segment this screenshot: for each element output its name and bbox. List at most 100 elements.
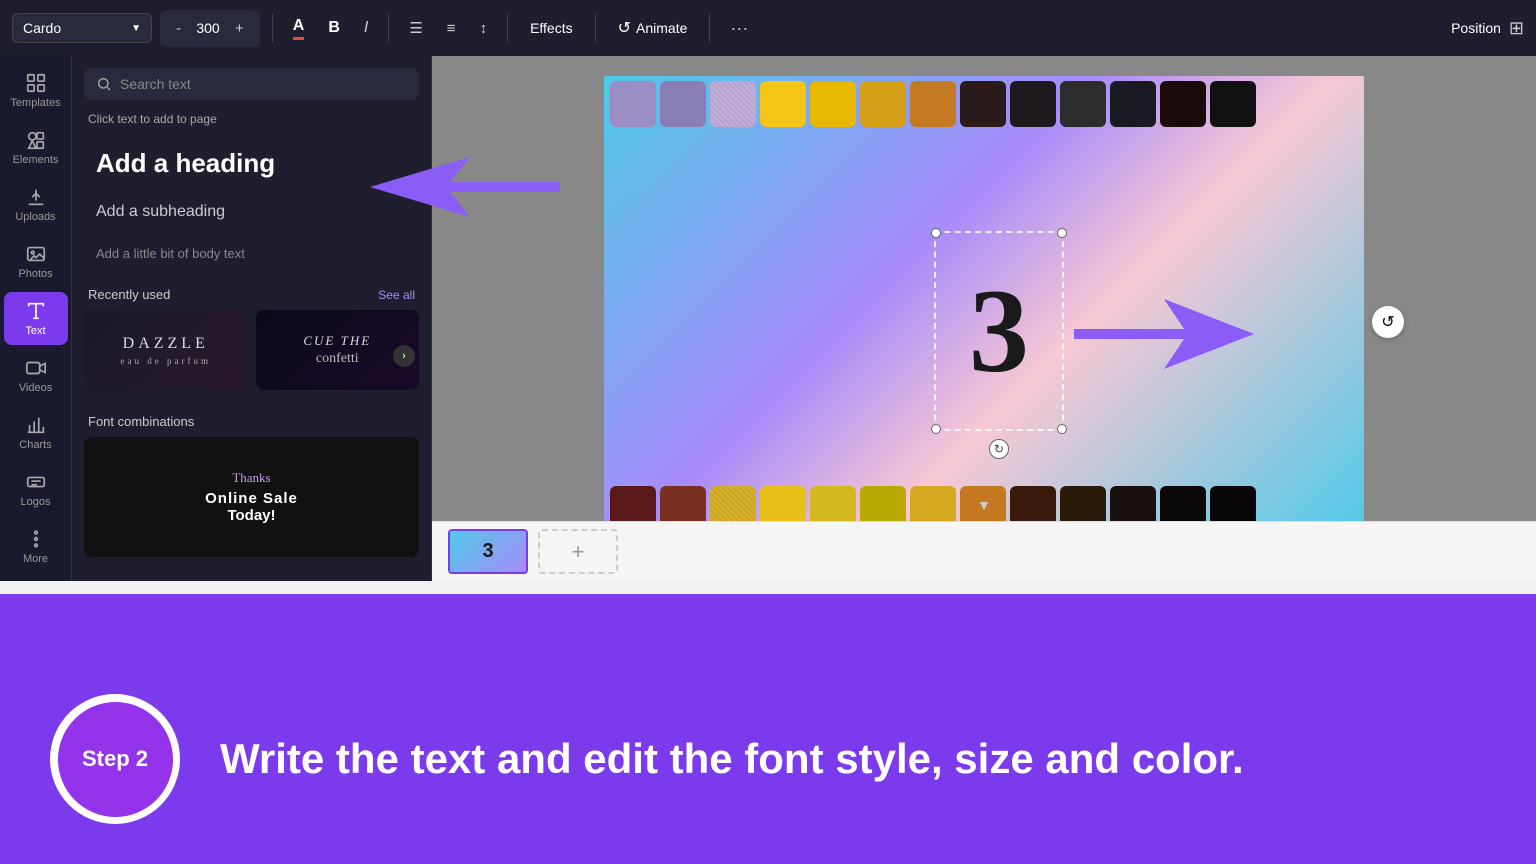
timeline-bar: 3 + bbox=[432, 521, 1536, 581]
scroll-right-button[interactable]: › bbox=[393, 345, 415, 367]
film-cell bbox=[1060, 81, 1106, 127]
scroll-down-indicator[interactable]: ▼ bbox=[977, 497, 991, 513]
bold-button[interactable]: B bbox=[320, 13, 348, 43]
rotate-handle[interactable]: ↻ bbox=[989, 439, 1009, 459]
sidebar-item-videos[interactable]: Videos bbox=[4, 349, 68, 402]
sidebar-item-text[interactable]: Text bbox=[4, 292, 68, 345]
more-icon bbox=[25, 528, 47, 550]
text-color-button[interactable]: A bbox=[285, 11, 313, 46]
sidebar-item-uploads[interactable]: Uploads bbox=[4, 178, 68, 231]
bottom-overlay: Step 2 Write the text and edit the font … bbox=[0, 594, 1536, 864]
chevron-down-icon: ▼ bbox=[131, 23, 141, 34]
canvas-wrapper: 3 ↻ ↺ bbox=[604, 76, 1364, 536]
toolbar-divider-4 bbox=[595, 14, 596, 42]
font-size-control: - 300 + bbox=[160, 10, 260, 47]
sidebar-item-logos[interactable]: Logos bbox=[4, 463, 68, 516]
align-icon: ☰ bbox=[409, 19, 422, 37]
video-icon bbox=[25, 357, 47, 379]
step-circle-inner: Step 2 bbox=[58, 702, 173, 817]
sidebar: Templates Elements Uploads Photo bbox=[0, 56, 72, 581]
more-options-button[interactable]: ··· bbox=[722, 12, 756, 45]
grid-button[interactable]: ⊞ bbox=[1509, 18, 1524, 39]
list-button[interactable]: ≡ bbox=[439, 14, 464, 43]
add-slide-icon: + bbox=[572, 539, 585, 565]
add-body-option[interactable]: Add a little bit of body text bbox=[80, 235, 423, 273]
line-height-button[interactable]: ↕ bbox=[472, 14, 496, 43]
resize-handle-bl[interactable] bbox=[931, 424, 941, 434]
upload-icon bbox=[25, 186, 47, 208]
canvas-refresh-button[interactable]: ↺ bbox=[1372, 306, 1404, 338]
font-comb-title: Font combinations bbox=[88, 414, 194, 429]
film-cell bbox=[860, 81, 906, 127]
main-canvas[interactable]: 3 ↻ bbox=[604, 76, 1364, 536]
sidebar-item-templates[interactable]: Templates bbox=[4, 64, 68, 117]
see-all-button[interactable]: See all bbox=[378, 288, 415, 302]
font-cue-line1: CUE THE bbox=[303, 333, 371, 349]
sidebar-label-uploads: Uploads bbox=[15, 211, 55, 223]
film-cell bbox=[1010, 81, 1056, 127]
sidebar-item-photos[interactable]: Photos bbox=[4, 235, 68, 288]
search-bar bbox=[84, 68, 419, 100]
align-button[interactable]: ☰ bbox=[401, 13, 430, 43]
animate-button[interactable]: ↺ Animate bbox=[608, 12, 698, 44]
film-cell bbox=[710, 81, 756, 127]
sidebar-label-more: More bbox=[23, 553, 48, 565]
subheading-label: Add a subheading bbox=[96, 203, 225, 220]
recently-used-title: Recently used bbox=[88, 287, 170, 302]
position-button[interactable]: Position bbox=[1451, 20, 1501, 36]
click-hint: Click text to add to page bbox=[72, 112, 431, 136]
text-element-3[interactable]: 3 ↻ bbox=[934, 231, 1064, 431]
font-size-decrease-button[interactable]: - bbox=[168, 14, 189, 43]
sidebar-label-logos: Logos bbox=[21, 496, 51, 508]
recent-fonts-container: DAZZLE eau de parfum CUE THE confetti › bbox=[72, 310, 431, 402]
slide-thumbnail-1[interactable]: 3 bbox=[448, 529, 528, 574]
elements-icon bbox=[25, 129, 47, 151]
annotation-arrow-svg bbox=[370, 152, 560, 222]
italic-button[interactable]: I bbox=[356, 13, 376, 43]
font-dazzle-main: DAZZLE bbox=[123, 335, 209, 353]
font-card-dazzle[interactable]: DAZZLE eau de parfum bbox=[84, 310, 248, 390]
canvas-area: 3 ↻ ↺ ▼ 3 bbox=[432, 56, 1536, 581]
sidebar-item-more[interactable]: More bbox=[4, 520, 68, 573]
font-selector[interactable]: Cardo ▼ bbox=[12, 13, 152, 43]
step-content: Step 2 Write the text and edit the font … bbox=[0, 664, 1536, 864]
filmstrip-top bbox=[604, 76, 1364, 131]
bold-icon: B bbox=[328, 19, 340, 37]
font-size-value: 300 bbox=[193, 20, 223, 36]
effects-button[interactable]: Effects bbox=[520, 14, 583, 42]
sidebar-label-photos: Photos bbox=[18, 268, 52, 280]
toolbar-divider-2 bbox=[388, 14, 389, 42]
sidebar-item-elements[interactable]: Elements bbox=[4, 121, 68, 174]
grid-icon bbox=[25, 72, 47, 94]
sidebar-label-templates: Templates bbox=[10, 97, 60, 109]
canvas-number-text: 3 bbox=[969, 271, 1029, 391]
toolbar-divider-3 bbox=[507, 14, 508, 42]
film-cell bbox=[1210, 81, 1256, 127]
toolbar-divider-1 bbox=[272, 14, 273, 42]
list-icon: ≡ bbox=[447, 20, 456, 37]
resize-handle-tl[interactable] bbox=[931, 228, 941, 238]
recently-used-header: Recently used See all bbox=[72, 275, 431, 310]
font-comb-text3: Today! bbox=[205, 507, 298, 524]
font-size-increase-button[interactable]: + bbox=[227, 14, 252, 43]
toolbar-divider-5 bbox=[709, 14, 710, 42]
font-cue-line2: confetti bbox=[316, 351, 359, 367]
body-label: Add a little bit of body text bbox=[96, 246, 245, 261]
canvas-arrow bbox=[1074, 294, 1254, 374]
wave-svg bbox=[0, 594, 1536, 644]
main-area: Templates Elements Uploads Photo bbox=[0, 56, 1536, 581]
search-icon bbox=[96, 76, 112, 92]
film-cell bbox=[660, 81, 706, 127]
search-input[interactable] bbox=[120, 76, 407, 92]
film-cell bbox=[810, 81, 856, 127]
film-cell bbox=[910, 81, 956, 127]
font-comb-text2: Online Sale bbox=[205, 490, 298, 507]
resize-handle-br[interactable] bbox=[1057, 424, 1067, 434]
step-label: Step 2 bbox=[82, 746, 148, 772]
text-panel: Click text to add to page Add a heading … bbox=[72, 56, 432, 581]
sidebar-item-charts[interactable]: Charts bbox=[4, 406, 68, 459]
add-slide-button[interactable]: + bbox=[538, 529, 618, 574]
sidebar-label-text: Text bbox=[25, 325, 45, 337]
resize-handle-tr[interactable] bbox=[1057, 228, 1067, 238]
sidebar-label-elements: Elements bbox=[13, 154, 59, 166]
